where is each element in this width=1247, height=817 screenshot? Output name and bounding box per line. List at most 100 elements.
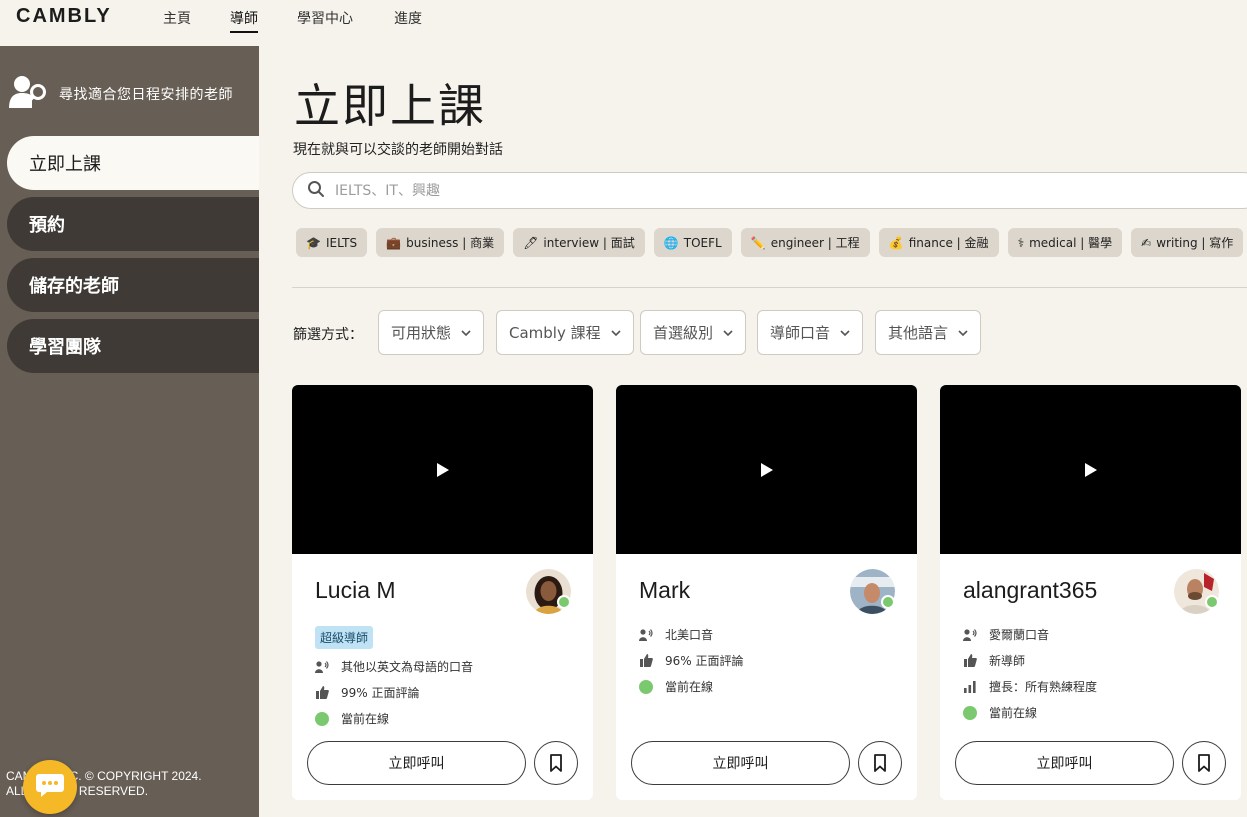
bookmark-icon: [1198, 754, 1210, 772]
filter-availability[interactable]: 可用狀態: [378, 310, 485, 355]
filter-text: 其他語言: [888, 324, 949, 342]
accent-text: 其他以英文為母語的口音: [341, 660, 474, 674]
online-indicator-icon: [639, 679, 653, 694]
call-now-button[interactable]: 立即呼叫: [955, 741, 1174, 785]
nav-progress[interactable]: 進度: [394, 8, 422, 28]
chip-toefl[interactable]: 🌐 TOEFL: [653, 228, 732, 257]
status-text: 當前在線: [989, 706, 1038, 720]
nav-learning-center[interactable]: 學習中心: [297, 8, 353, 28]
chevron-down-icon: [611, 329, 621, 336]
rating-text: 99% 正面評論: [341, 686, 420, 700]
chevron-down-icon: [840, 329, 850, 336]
chip-business[interactable]: 💼 business | 商業: [376, 228, 505, 257]
filter-accent[interactable]: 導師口音: [757, 310, 864, 355]
sidebar-item-book[interactable]: 預約: [7, 197, 259, 251]
online-status-dot: [881, 595, 895, 609]
chip-label: engineer | 工程: [770, 236, 860, 250]
video-player[interactable]: [616, 385, 917, 554]
tutor-card: alangrant365 愛爾蘭口音 新導師 擅長：所有熟練程度 當前在線 立即…: [940, 385, 1241, 800]
chip-engineer[interactable]: ✏️ engineer | 工程: [740, 228, 870, 257]
chip-label: IELTS: [325, 235, 358, 250]
tutor-name[interactable]: Mark: [639, 577, 690, 604]
thumbs-up-icon: [315, 686, 329, 700]
chip-label: business | 商業: [406, 236, 495, 250]
sidebar-item-saved-tutors[interactable]: 儲存的老師: [7, 258, 259, 312]
filter-text: Cambly 課程: [509, 324, 601, 342]
graduation-cap-icon: 🎓: [306, 235, 321, 250]
chip-writing[interactable]: ✍ writing | 寫作: [1131, 228, 1244, 257]
accent-text: 愛爾蘭口音: [989, 628, 1050, 642]
online-indicator-icon: [963, 705, 977, 720]
rating-row: 96% 正面評論: [639, 652, 744, 669]
sidebar-header-text: 尋找適合您日程安排的老師: [59, 87, 233, 103]
chip-ielts[interactable]: 🎓 IELTS: [296, 228, 368, 257]
super-tutor-badge: 超級導師: [315, 626, 374, 649]
nav-home[interactable]: 主頁: [163, 8, 191, 28]
chip-interview[interactable]: 🖊 interview | 面試: [513, 228, 645, 257]
online-status-dot: [1205, 595, 1219, 609]
divider: [292, 287, 1247, 288]
tutor-name[interactable]: alangrant365: [963, 577, 1097, 604]
filter-cambly-course[interactable]: Cambly 課程: [496, 310, 634, 355]
rating-row: 新導師: [963, 652, 1025, 669]
speaker-icon: [639, 628, 653, 642]
rating-text: 新導師: [989, 654, 1026, 668]
search-input[interactable]: [335, 182, 1035, 199]
pen-icon: 🖊: [523, 235, 539, 250]
play-icon: [1084, 462, 1097, 477]
accent-row: 愛爾蘭口音: [963, 626, 1049, 643]
sidebar-item-study-team[interactable]: 學習團隊: [7, 319, 259, 373]
play-icon: [436, 462, 449, 477]
search-bar[interactable]: [292, 172, 1247, 209]
chevron-down-icon: [723, 329, 733, 336]
user-search-icon: [9, 74, 47, 114]
bar-chart-icon: [963, 680, 977, 694]
chevron-down-icon: [461, 329, 471, 336]
thumbs-up-icon: [963, 654, 977, 668]
online-status-dot: [557, 595, 571, 609]
page-subtitle: 現在就與可以交談的老師開始對話: [293, 142, 503, 158]
sidebar: 尋找適合您日程安排的老師 立即上課 預約 儲存的老師 學習團隊 CAMBLY I…: [0, 46, 259, 817]
chip-label: medical | 醫學: [1029, 236, 1113, 250]
writing-hand-icon: ✍: [1141, 235, 1152, 250]
page-title: 立即上課: [294, 79, 486, 133]
accent-row: 其他以英文為母語的口音: [315, 658, 473, 675]
rating-text: 96% 正面評論: [665, 654, 744, 668]
status-row: 當前在線: [639, 678, 713, 695]
tutor-name[interactable]: Lucia M: [315, 577, 396, 604]
sidebar-item-lesson-now[interactable]: 立即上課: [7, 136, 259, 190]
accent-text: 北美口音: [665, 628, 714, 642]
bookmark-icon: [550, 754, 562, 772]
status-text: 當前在線: [341, 712, 390, 726]
save-tutor-button[interactable]: [1182, 741, 1226, 785]
accent-row: 北美口音: [639, 626, 713, 643]
sidebar-header[interactable]: 尋找適合您日程安排的老師: [9, 74, 233, 114]
filter-text: 可用狀態: [391, 324, 452, 342]
pencil-icon: ✏️: [750, 235, 766, 250]
filter-other-language[interactable]: 其他語言: [875, 310, 982, 355]
video-player[interactable]: [940, 385, 1241, 554]
save-tutor-button[interactable]: [858, 741, 902, 785]
medical-icon: ⚕: [1017, 235, 1025, 250]
status-row: 當前在線: [315, 710, 389, 727]
call-now-button[interactable]: 立即呼叫: [307, 741, 526, 785]
filter-text: 首選級別: [653, 324, 714, 342]
search-icon: [307, 180, 325, 202]
chat-support-button[interactable]: [23, 760, 77, 814]
save-tutor-button[interactable]: [534, 741, 578, 785]
video-player[interactable]: [292, 385, 593, 554]
filter-text: 導師口音: [770, 324, 831, 342]
chip-finance[interactable]: 💰 finance | 金融: [878, 228, 999, 257]
chip-medical[interactable]: ⚕ medical | 醫學: [1007, 228, 1123, 257]
nav-tutors[interactable]: 導師: [230, 8, 258, 33]
call-now-button[interactable]: 立即呼叫: [631, 741, 850, 785]
speaker-icon: [315, 660, 329, 674]
thumbs-up-icon: [639, 654, 653, 668]
filter-level[interactable]: 首選級別: [640, 310, 747, 355]
speaker-icon: [963, 628, 977, 642]
specialty-text: 擅長：所有熟練程度: [989, 680, 1098, 694]
status-row: 當前在線: [963, 704, 1037, 721]
specialty-row: 擅長：所有熟練程度: [963, 678, 1097, 695]
cambly-logo[interactable]: CAMBLY: [16, 5, 112, 28]
briefcase-icon: 💼: [386, 235, 402, 250]
